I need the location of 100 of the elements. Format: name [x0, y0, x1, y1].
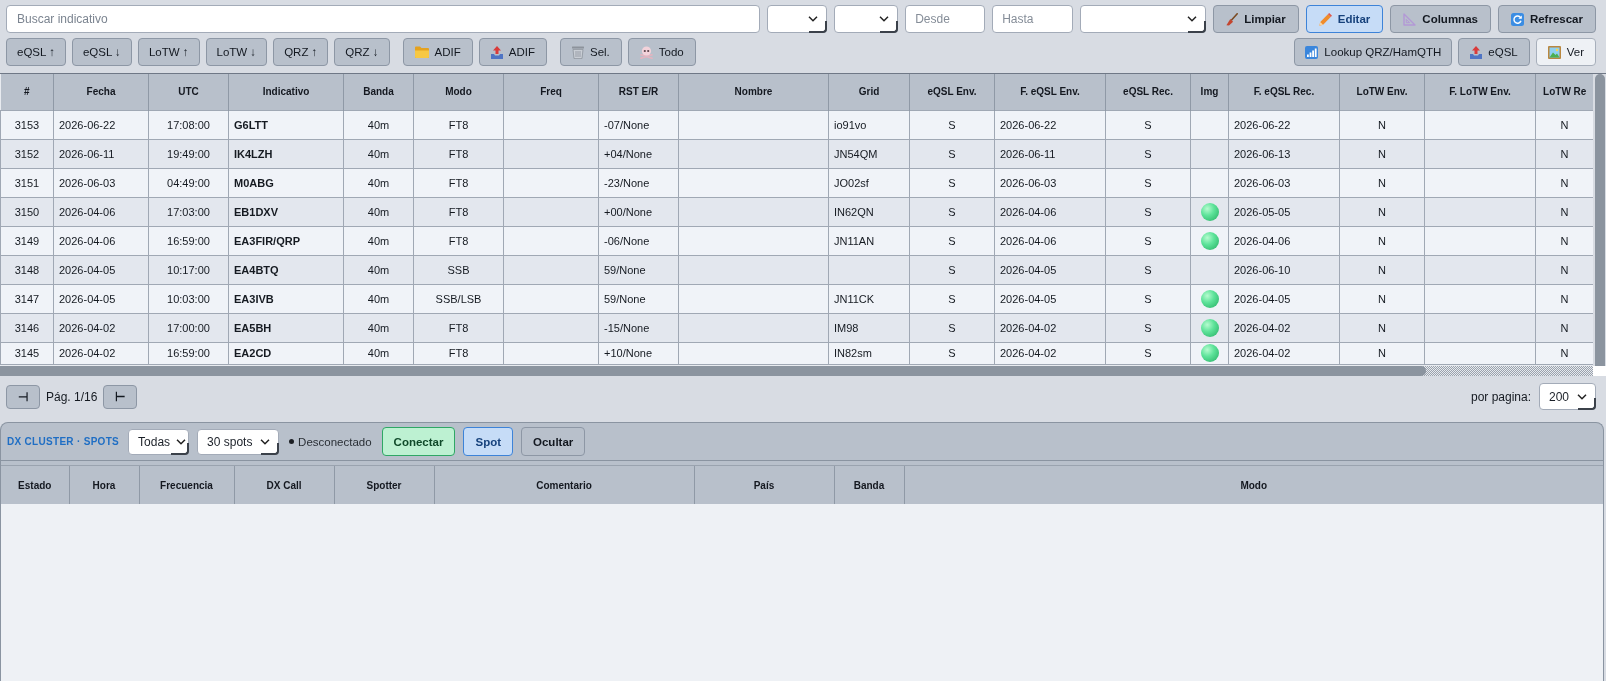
sync-button[interactable]: LoTW ↑	[137, 38, 200, 66]
table-cell: 2026-06-03	[53, 168, 149, 197]
table-row[interactable]: 3146 2026-04-02 17:00:00 EA5BH 40m FT8 -15/None IM98 S 2026-04-02 S 2026-04-02 N N	[0, 313, 1593, 342]
page-indicator: Pág. 1/16	[45, 389, 99, 404]
table-cell: M0ABG	[228, 168, 344, 197]
spot-button[interactable]: Spot	[463, 427, 514, 456]
table-cell: JN11AN	[828, 226, 910, 255]
chevron-down-icon	[176, 438, 187, 445]
table-cell: EA3FIR/QRP	[228, 226, 344, 255]
table-cell: N	[1339, 168, 1425, 197]
scrollbar-thumb[interactable]	[1595, 74, 1605, 366]
clear-button[interactable]: Limpiar	[1213, 5, 1299, 33]
table-cell: S	[909, 313, 995, 342]
date-field[interactable]: Desde	[905, 5, 986, 33]
delete-selected-button[interactable]: Sel.	[560, 38, 622, 66]
column-header: eQSL Rec.	[1105, 74, 1191, 110]
previous-page-button[interactable]: ⊣	[6, 384, 40, 409]
sync-button[interactable]: QRZ ↑	[273, 38, 329, 66]
table-cell: S	[909, 110, 995, 139]
outbox-tray-icon	[490, 45, 503, 59]
table-cell: EB1DXV	[228, 197, 344, 226]
delete-all-button[interactable]: Todo	[627, 38, 696, 66]
column-header: RST E/R	[598, 74, 679, 110]
table-cell: 2026-04-05	[994, 284, 1106, 313]
table-cell: 40m	[343, 168, 414, 197]
table-cell: S	[909, 168, 995, 197]
table-cell: S	[1105, 197, 1191, 226]
adif-export-button[interactable]: ADIF	[478, 38, 547, 66]
sync-button[interactable]: LoTW ↓	[205, 38, 268, 66]
framed-picture-icon	[1547, 45, 1561, 59]
skull-icon	[639, 45, 653, 59]
limit-dropdown[interactable]: 30 spots	[197, 428, 280, 455]
dropdown[interactable]	[767, 5, 828, 33]
sync-button[interactable]: QRZ ↓	[334, 38, 390, 66]
table-row[interactable]: 3150 2026-04-06 17:03:00 EB1DXV 40m FT8 +00/None IN62QN S 2026-04-06 S 2026-05-05 N N	[0, 197, 1593, 226]
refresh-button[interactable]: Refrescar	[1497, 5, 1596, 33]
table-cell: 2026-04-02	[994, 313, 1106, 342]
table-cell: FT8	[413, 110, 504, 139]
column-header: Freq	[503, 74, 599, 110]
table-row[interactable]: 3147 2026-04-05 10:03:00 EA3IVB 40m SSB/LSB 59/None JN11CK S 2026-04-05 S 2026-04-05 N N	[0, 284, 1593, 313]
signal-bars-icon	[1305, 45, 1319, 59]
table-cell: S	[1105, 139, 1191, 168]
date-field[interactable]: Hasta	[992, 5, 1074, 33]
table-cell: 3152	[0, 139, 54, 168]
dropdown[interactable]	[834, 5, 899, 33]
per-page-dropdown[interactable]: 200	[1539, 383, 1596, 410]
table-cell: 2026-04-02	[53, 342, 149, 364]
edit-button[interactable]: Editar	[1305, 5, 1384, 33]
table-cell: 2026-04-02	[994, 342, 1106, 364]
table-cell: 04:49:00	[148, 168, 229, 197]
table-cell: 2026-04-06	[53, 226, 149, 255]
view-button[interactable]: Ver	[1535, 38, 1596, 66]
table-cell: S	[909, 139, 995, 168]
table-cell: 2026-04-06	[1228, 226, 1340, 255]
search-field[interactable]: Buscar indicativo	[6, 5, 761, 33]
table-row[interactable]: 3148 2026-04-05 10:17:00 EA4BTQ 40m SSB 59/None S 2026-04-05 S 2026-06-10 N N	[0, 255, 1593, 284]
next-page-button[interactable]: ⊢	[103, 384, 138, 409]
table-cell: 3149	[0, 226, 54, 255]
table-cell: N	[1339, 255, 1425, 284]
chevron-down-icon	[1577, 393, 1587, 400]
table-cell: FT8	[413, 226, 504, 255]
sync-button[interactable]: eQSL ↓	[71, 38, 132, 66]
table-cell: 19:49:00	[148, 139, 229, 168]
pencil-icon	[1318, 12, 1332, 26]
table-cell: 40m	[343, 342, 414, 364]
table-cell: 40m	[343, 139, 414, 168]
table-cell: 3146	[0, 313, 54, 342]
eqsl-button[interactable]: eQSL	[1458, 38, 1530, 66]
table-cell: S	[1105, 110, 1191, 139]
table-cell: 16:59:00	[148, 342, 229, 364]
table-row[interactable]: 3151 2026-06-03 04:49:00 M0ABG 40m FT8 -23/None JO02sf S 2026-06-03 S 2026-06-03 N N	[0, 168, 1593, 197]
table-cell: 2026-04-02	[1228, 313, 1340, 342]
table-row[interactable]: 3152 2026-06-11 19:49:00 IK4LZH 40m FT8 +04/None JN54QM S 2026-06-11 S 2026-06-13 N N	[0, 139, 1593, 168]
table-cell: 2026-06-22	[53, 110, 149, 139]
table-cell: -06/None	[598, 226, 679, 255]
chevron-down-icon	[879, 16, 890, 22]
table-cell: 2026-04-05	[994, 255, 1106, 284]
table-row[interactable]: 3153 2026-06-22 17:08:00 G6LTT 40m FT8 -07/None io91vo S 2026-06-22 S 2026-06-22 N N	[0, 110, 1593, 139]
table-row[interactable]: 3145 2026-04-02 16:59:00 EA2CD 40m FT8 +10/None IN82sm S 2026-04-02 S 2026-04-02 N N	[0, 342, 1593, 364]
connect-button[interactable]: Conectar	[381, 427, 456, 456]
column-header: Modo	[413, 74, 504, 110]
column-header: F. eQSL Rec.	[1228, 74, 1340, 110]
table-cell: 59/None	[598, 284, 679, 313]
column-header: Hora	[69, 466, 139, 504]
table-cell: 40m	[343, 313, 414, 342]
table-cell: 2026-06-11	[994, 139, 1106, 168]
table-cell: 2026-04-02	[1228, 342, 1340, 364]
per-page-label: por pagina:	[1469, 389, 1532, 404]
band-dropdown[interactable]: Todas	[128, 428, 190, 455]
table-cell: N	[1339, 110, 1425, 139]
table-cell: 2026-04-06	[994, 197, 1106, 226]
columns-button[interactable]: Columnas	[1390, 5, 1491, 33]
table-cell: 3145	[0, 342, 54, 364]
adif-import-button[interactable]: ADIF	[402, 38, 473, 66]
hide-button[interactable]: Ocultar	[521, 427, 586, 456]
table-row[interactable]: 3149 2026-04-06 16:59:00 EA3FIR/QRP 40m FT8 -06/None JN11AN S 2026-04-06 S 2026-04-06 N N	[0, 226, 1593, 255]
table-cell: 3153	[0, 110, 54, 139]
column-header: Spotter	[334, 466, 434, 504]
lookup-button[interactable]: Lookup QRZ/HamQTH	[1294, 38, 1453, 66]
sync-button[interactable]: eQSL ↑	[6, 38, 66, 66]
